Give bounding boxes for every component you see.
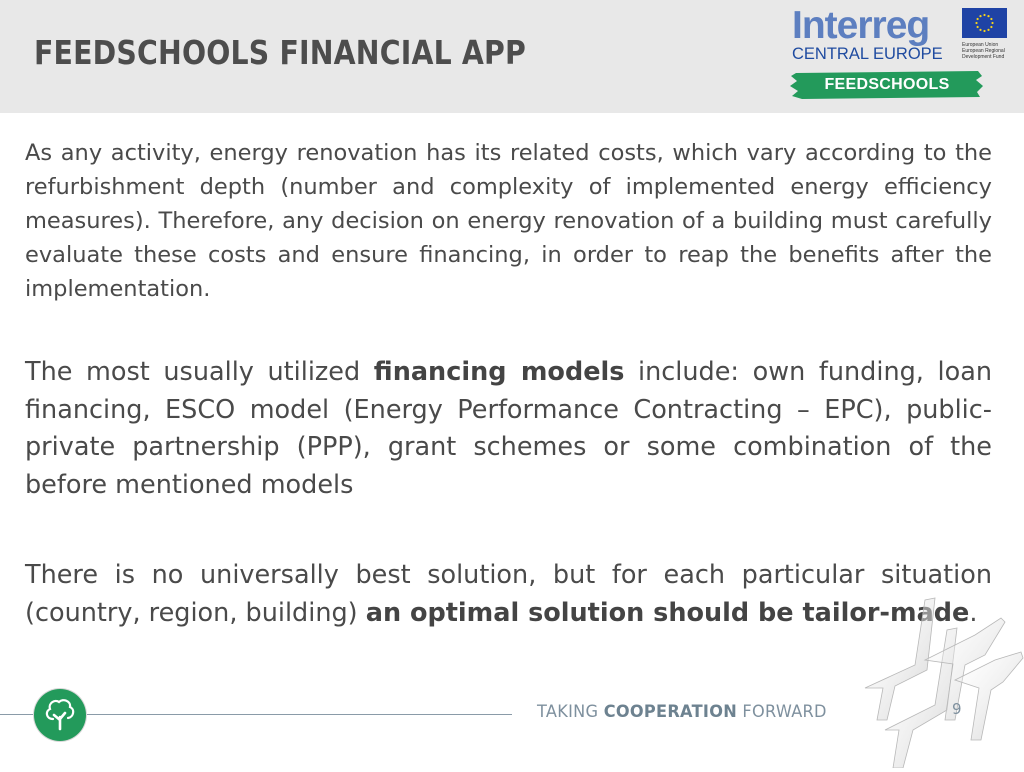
logo-region-name: CENTRAL EUROPE <box>792 45 943 63</box>
eu-flag-icon <box>962 8 1007 38</box>
paragraph-text: The most usually utilized <box>25 357 374 387</box>
slide-title: FEEDSCHOOLS FINANCIAL APP <box>34 33 526 72</box>
paragraph-financing-models: The most usually utilized financing mode… <box>25 354 992 504</box>
tagline-suffix: FORWARD <box>737 702 827 722</box>
page-number: 9 <box>952 700 962 718</box>
arrows-decoration-icon <box>855 590 1024 769</box>
project-name: FEEDSCHOOLS <box>824 76 950 93</box>
tree-icon <box>34 689 86 741</box>
interreg-logo: Interreg CENTRAL EUROPE European Union E… <box>788 4 1018 104</box>
eu-fund-text: European Union European Regional Develop… <box>962 42 1018 60</box>
paragraph-costs-text: As any activity, energy renovation has i… <box>25 140 992 302</box>
paragraph-optimal-solution: There is no universally best solution, b… <box>25 557 992 632</box>
footer-tagline: TAKING COOPERATION FORWARD <box>537 702 827 722</box>
paragraph-costs: As any activity, energy renovation has i… <box>25 136 992 306</box>
bold-financing-models: financing models <box>373 357 625 387</box>
project-banner: FEEDSCHOOLS <box>790 70 984 100</box>
tagline-prefix: TAKING <box>537 702 604 722</box>
tagline-bold: COOPERATION <box>603 702 738 722</box>
slide-header: FEEDSCHOOLS FINANCIAL APP Interreg CENTR… <box>0 0 1024 113</box>
eu-line: Development Fund <box>962 54 1005 60</box>
logo-program-name: Interreg <box>792 4 930 47</box>
